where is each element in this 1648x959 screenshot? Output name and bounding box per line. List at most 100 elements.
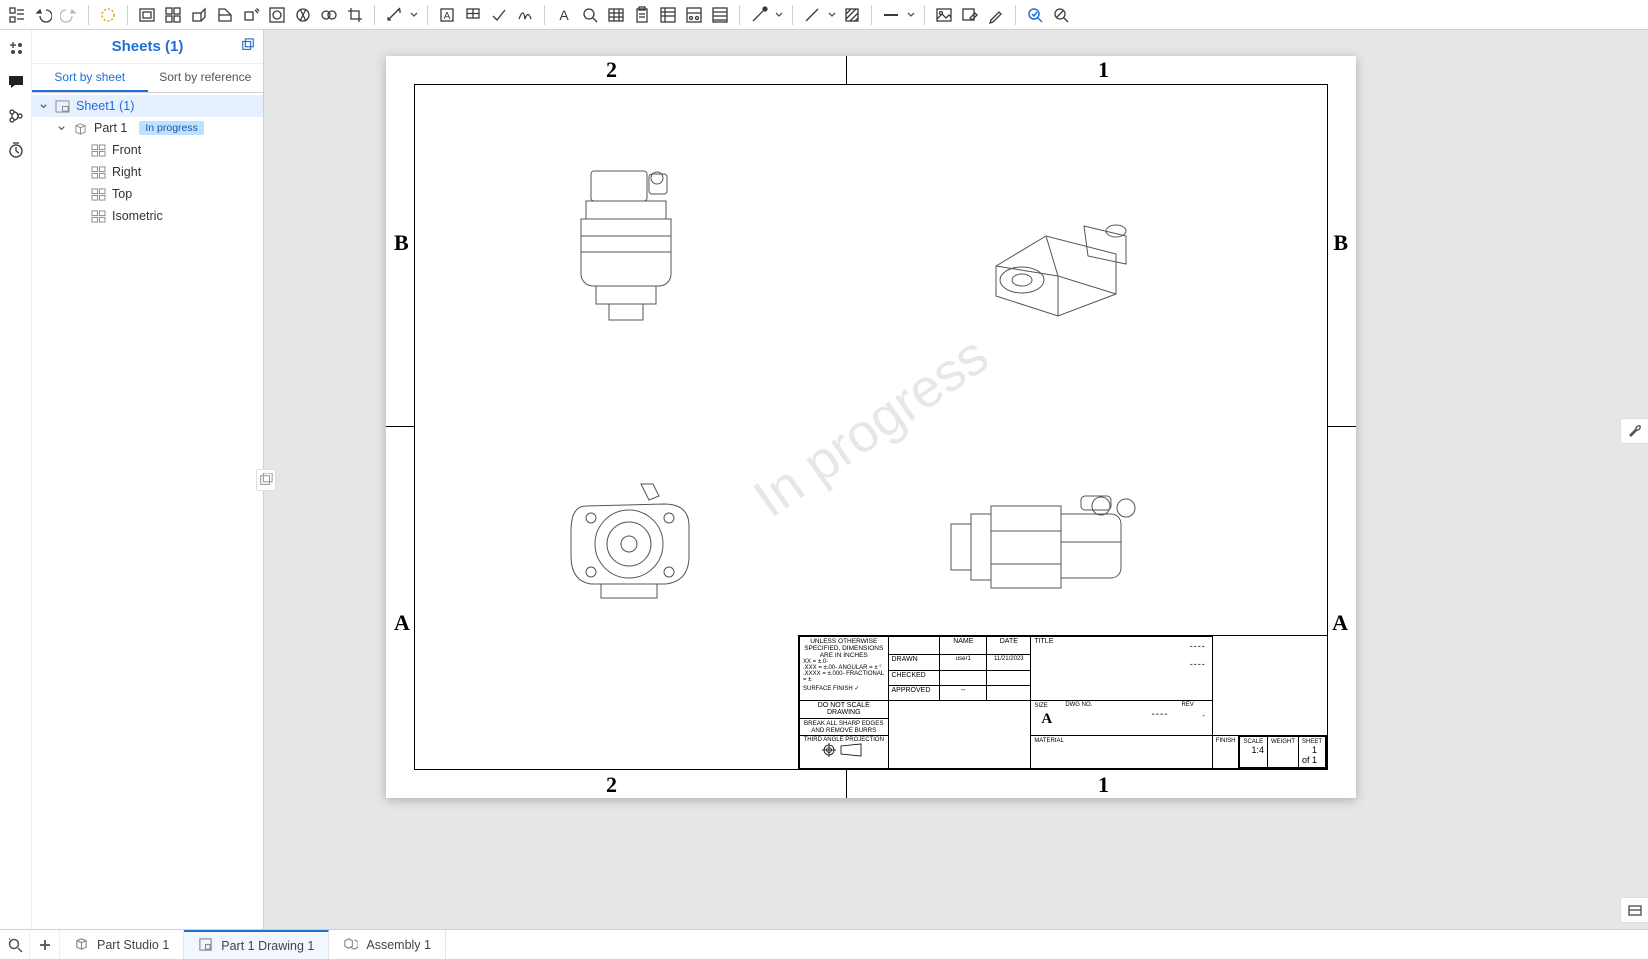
svg-text:A: A xyxy=(444,11,451,22)
feature-tree-icon[interactable] xyxy=(6,4,28,26)
zone-row-label: A xyxy=(394,612,410,634)
tb-drawn-date: 11/21/2023 xyxy=(987,655,1031,670)
sheets-tree: Sheet1 (1) Part 1 In progress Front Right Top… xyxy=(32,93,263,229)
dropdown-caret[interactable] xyxy=(409,4,419,26)
image-icon[interactable] xyxy=(933,4,955,26)
tb-hdr-title: TITLE xyxy=(1034,638,1208,645)
break-view-icon[interactable] xyxy=(292,4,314,26)
versions-icon[interactable] xyxy=(4,104,28,128)
hatch-icon[interactable] xyxy=(841,4,863,26)
sheets-panel-title: Sheets (1) xyxy=(112,38,184,55)
drawing-sheet[interactable]: 2 1 2 1 B A B A In progress xyxy=(386,56,1356,798)
add-feature-icon[interactable] xyxy=(4,36,28,60)
tb-hdr-date: DATE xyxy=(987,637,1031,655)
zone-col-label: 1 xyxy=(1098,59,1109,81)
detail-view-icon[interactable] xyxy=(266,4,288,26)
surface-finish-icon[interactable] xyxy=(514,4,536,26)
image-edit-icon[interactable] xyxy=(959,4,981,26)
check-icon[interactable] xyxy=(488,4,510,26)
part-icon xyxy=(72,121,88,135)
redo-icon[interactable] xyxy=(58,4,80,26)
tb-hdr-material: MATERIAL xyxy=(1034,738,1064,744)
panel-flyout[interactable] xyxy=(1620,897,1648,923)
broken-out-icon[interactable] xyxy=(318,4,340,26)
tree-view-label: Front xyxy=(112,143,141,157)
sheets-sort-tabs: Sort by sheet Sort by reference xyxy=(32,64,263,93)
callout-icon[interactable] xyxy=(462,4,484,26)
tab-sort-by-sheet[interactable]: Sort by sheet xyxy=(32,64,148,92)
tb-sheet: 1 of 1 xyxy=(1302,745,1317,765)
note-icon[interactable]: A xyxy=(436,4,458,26)
rev-table-icon[interactable] xyxy=(709,4,731,26)
zone-col-label: 2 xyxy=(606,59,617,81)
tb-spec: UNLESS OTHERWISE SPECIFIED, DIMENSIONS A… xyxy=(803,638,885,659)
search-tabs-button[interactable] xyxy=(0,930,30,959)
tb-dwg-no: ---- xyxy=(1151,709,1168,720)
tree-view-right[interactable]: Right xyxy=(32,161,263,183)
history-timer-icon[interactable] xyxy=(4,138,28,162)
hole-table-icon[interactable] xyxy=(683,4,705,26)
main-area: Sheets (1) Sort by sheet Sort by referen… xyxy=(0,30,1648,929)
top-toolbar: AA xyxy=(0,0,1648,30)
dimension-icon[interactable] xyxy=(383,4,405,26)
tb-noscale: DO NOT SCALE DRAWING xyxy=(800,701,889,718)
tree-view-front[interactable]: Front xyxy=(32,139,263,161)
left-icon-rail xyxy=(0,30,32,929)
tree-view-label: Isometric xyxy=(112,209,163,223)
tb-break: BREAK ALL SHARP EDGES AND REMOVE BURRS xyxy=(800,718,889,735)
undo-icon[interactable] xyxy=(32,4,54,26)
tree-sheet[interactable]: Sheet1 (1) xyxy=(32,95,263,117)
table-icon[interactable] xyxy=(605,4,627,26)
tab-part-1-drawing-1[interactable]: Part 1 Drawing 1 xyxy=(184,930,329,959)
search-zoom-icon[interactable] xyxy=(579,4,601,26)
tb-hdr-approved: APPROVED xyxy=(888,686,940,701)
bottom-tab-bar: Part Studio 1Part 1 Drawing 1 Assembly 1 xyxy=(0,929,1648,959)
projected-view-icon[interactable] xyxy=(188,4,210,26)
tb-hdr-finish: FINISH xyxy=(1216,738,1236,744)
aux-view-icon[interactable] xyxy=(240,4,262,26)
inspection-off-icon[interactable] xyxy=(1050,4,1072,26)
dropdown-caret[interactable] xyxy=(906,4,916,26)
text-icon[interactable]: A xyxy=(553,4,575,26)
tree-view-isometric[interactable]: Isometric xyxy=(32,205,263,227)
paste-icon[interactable] xyxy=(631,4,653,26)
sheet-icon xyxy=(54,99,70,113)
drawing-view-front[interactable] xyxy=(561,166,691,326)
popout-icon[interactable] xyxy=(241,38,255,56)
tools-flyout[interactable] xyxy=(1620,418,1648,444)
insert-view-icon[interactable] xyxy=(136,4,158,26)
line-style-icon[interactable] xyxy=(880,4,902,26)
tree-view-top[interactable]: Top xyxy=(32,183,263,205)
tab-part-studio-1[interactable]: Part Studio 1 xyxy=(60,930,184,959)
tree-part-label: Part 1 xyxy=(94,121,127,135)
dropdown-caret[interactable] xyxy=(827,4,837,26)
section-view-icon[interactable] xyxy=(214,4,236,26)
crop-view-icon[interactable] xyxy=(344,4,366,26)
tab-label: Assembly 1 xyxy=(366,938,431,952)
line-icon[interactable] xyxy=(801,4,823,26)
line-color-icon[interactable] xyxy=(748,4,770,26)
comments-icon[interactable] xyxy=(4,70,28,94)
tb-hdr-drawn: DRAWN xyxy=(888,655,940,670)
tab-assembly-1[interactable]: Assembly 1 xyxy=(329,930,446,959)
drawing-view-top[interactable] xyxy=(561,476,701,606)
drawing-canvas[interactable]: 2 1 2 1 B A B A In progress xyxy=(264,30,1648,929)
panel-collapse-handle[interactable] xyxy=(256,469,276,491)
tree-view-label: Right xyxy=(112,165,141,179)
sheets-panel-header: Sheets (1) xyxy=(32,30,263,64)
dropdown-caret[interactable] xyxy=(774,4,784,26)
bom-icon[interactable] xyxy=(657,4,679,26)
status-badge: In progress xyxy=(139,121,204,135)
sketch-icon[interactable] xyxy=(97,4,119,26)
add-tab-button[interactable] xyxy=(30,930,60,959)
drawing-view-isometric[interactable] xyxy=(966,176,1156,326)
title-block[interactable]: UNLESS OTHERWISE SPECIFIED, DIMENSIONS A… xyxy=(798,635,1328,770)
inspection-on-icon[interactable] xyxy=(1024,4,1046,26)
drawing-view-right[interactable] xyxy=(951,486,1151,606)
tb-hdr-name: NAME xyxy=(940,637,987,655)
tree-part[interactable]: Part 1 In progress xyxy=(32,117,263,139)
tab-sort-by-reference[interactable]: Sort by reference xyxy=(148,64,264,92)
view-icon xyxy=(90,187,106,201)
marker-icon[interactable] xyxy=(985,4,1007,26)
four-view-icon[interactable] xyxy=(162,4,184,26)
